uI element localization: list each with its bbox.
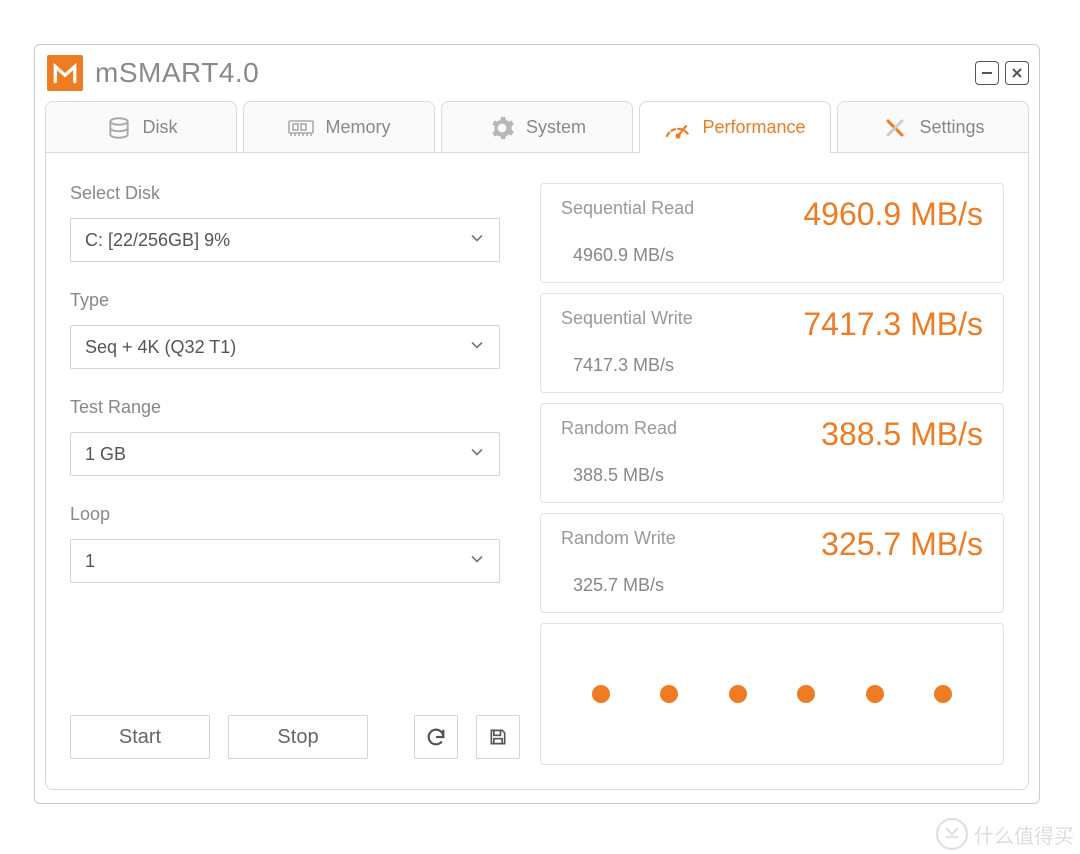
app-window: mSMART4.0 Disk Memory <box>34 44 1040 804</box>
chevron-down-icon <box>469 337 485 358</box>
loop-value: 1 <box>85 551 95 572</box>
gauge-icon <box>664 114 692 142</box>
tab-label: Performance <box>702 117 805 138</box>
minimize-button[interactable] <box>975 61 999 85</box>
tab-settings[interactable]: Settings <box>837 101 1029 153</box>
loop-dropdown[interactable]: 1 <box>70 539 500 583</box>
result-random-read: Random Read 388.5 MB/s 388.5 MB/s <box>540 403 1004 503</box>
content-panel: Select Disk C: [22/256GB] 9% Type Seq + … <box>45 152 1029 790</box>
results-column: Sequential Read 4960.9 MB/s 4960.9 MB/s … <box>540 183 1004 765</box>
progress-dot <box>660 685 678 703</box>
result-sub: 325.7 MB/s <box>573 575 983 596</box>
tab-label: Memory <box>325 117 390 138</box>
watermark-text: 什么值得买 <box>974 820 1074 849</box>
result-value: 7417.3 MB/s <box>803 306 983 343</box>
titlebar: mSMART4.0 <box>35 45 1039 101</box>
tab-system[interactable]: System <box>441 101 633 153</box>
result-sub: 388.5 MB/s <box>573 465 983 486</box>
progress-dot <box>592 685 610 703</box>
result-sub: 7417.3 MB/s <box>573 355 983 376</box>
tab-performance[interactable]: Performance <box>639 101 831 153</box>
type-value: Seq + 4K (Q32 T1) <box>85 337 236 358</box>
result-random-write: Random Write 325.7 MB/s 325.7 MB/s <box>540 513 1004 613</box>
select-disk-value: C: [22/256GB] 9% <box>85 230 230 251</box>
progress-dot <box>866 685 884 703</box>
start-button[interactable]: Start <box>70 715 210 759</box>
config-column: Select Disk C: [22/256GB] 9% Type Seq + … <box>70 183 520 765</box>
type-label: Type <box>70 290 520 311</box>
close-button[interactable] <box>1005 61 1029 85</box>
tab-memory[interactable]: Memory <box>243 101 435 153</box>
stop-button[interactable]: Stop <box>228 715 368 759</box>
progress-dots-card <box>540 623 1004 765</box>
progress-dot <box>797 685 815 703</box>
tab-label: Disk <box>143 117 178 138</box>
tab-disk[interactable]: Disk <box>45 101 237 153</box>
result-value: 388.5 MB/s <box>821 416 983 453</box>
tab-label: Settings <box>919 117 984 138</box>
gear-icon <box>488 114 516 142</box>
type-dropdown[interactable]: Seq + 4K (Q32 T1) <box>70 325 500 369</box>
result-sequential-read: Sequential Read 4960.9 MB/s 4960.9 MB/s <box>540 183 1004 283</box>
settings-x-icon <box>881 114 909 142</box>
result-value: 325.7 MB/s <box>821 526 983 563</box>
app-logo-icon <box>47 55 83 91</box>
chevron-down-icon <box>469 230 485 251</box>
chevron-down-icon <box>469 551 485 572</box>
test-range-dropdown[interactable]: 1 GB <box>70 432 500 476</box>
save-button[interactable] <box>476 715 520 759</box>
refresh-button[interactable] <box>414 715 458 759</box>
progress-dot <box>729 685 747 703</box>
watermark: 什么值得买 <box>934 816 1074 852</box>
chevron-down-icon <box>469 444 485 465</box>
tab-label: System <box>526 117 586 138</box>
action-row: Start Stop <box>70 685 520 765</box>
result-value: 4960.9 MB/s <box>803 196 983 233</box>
result-sub: 4960.9 MB/s <box>573 245 983 266</box>
select-disk-dropdown[interactable]: C: [22/256GB] 9% <box>70 218 500 262</box>
test-range-value: 1 GB <box>85 444 126 465</box>
select-disk-label: Select Disk <box>70 183 520 204</box>
test-range-label: Test Range <box>70 397 520 418</box>
result-sequential-write: Sequential Write 7417.3 MB/s 7417.3 MB/s <box>540 293 1004 393</box>
loop-label: Loop <box>70 504 520 525</box>
tab-bar: Disk Memory System <box>35 101 1039 153</box>
memory-icon <box>287 114 315 142</box>
progress-dot <box>934 685 952 703</box>
disk-icon <box>105 114 133 142</box>
app-title: mSMART4.0 <box>95 57 259 89</box>
